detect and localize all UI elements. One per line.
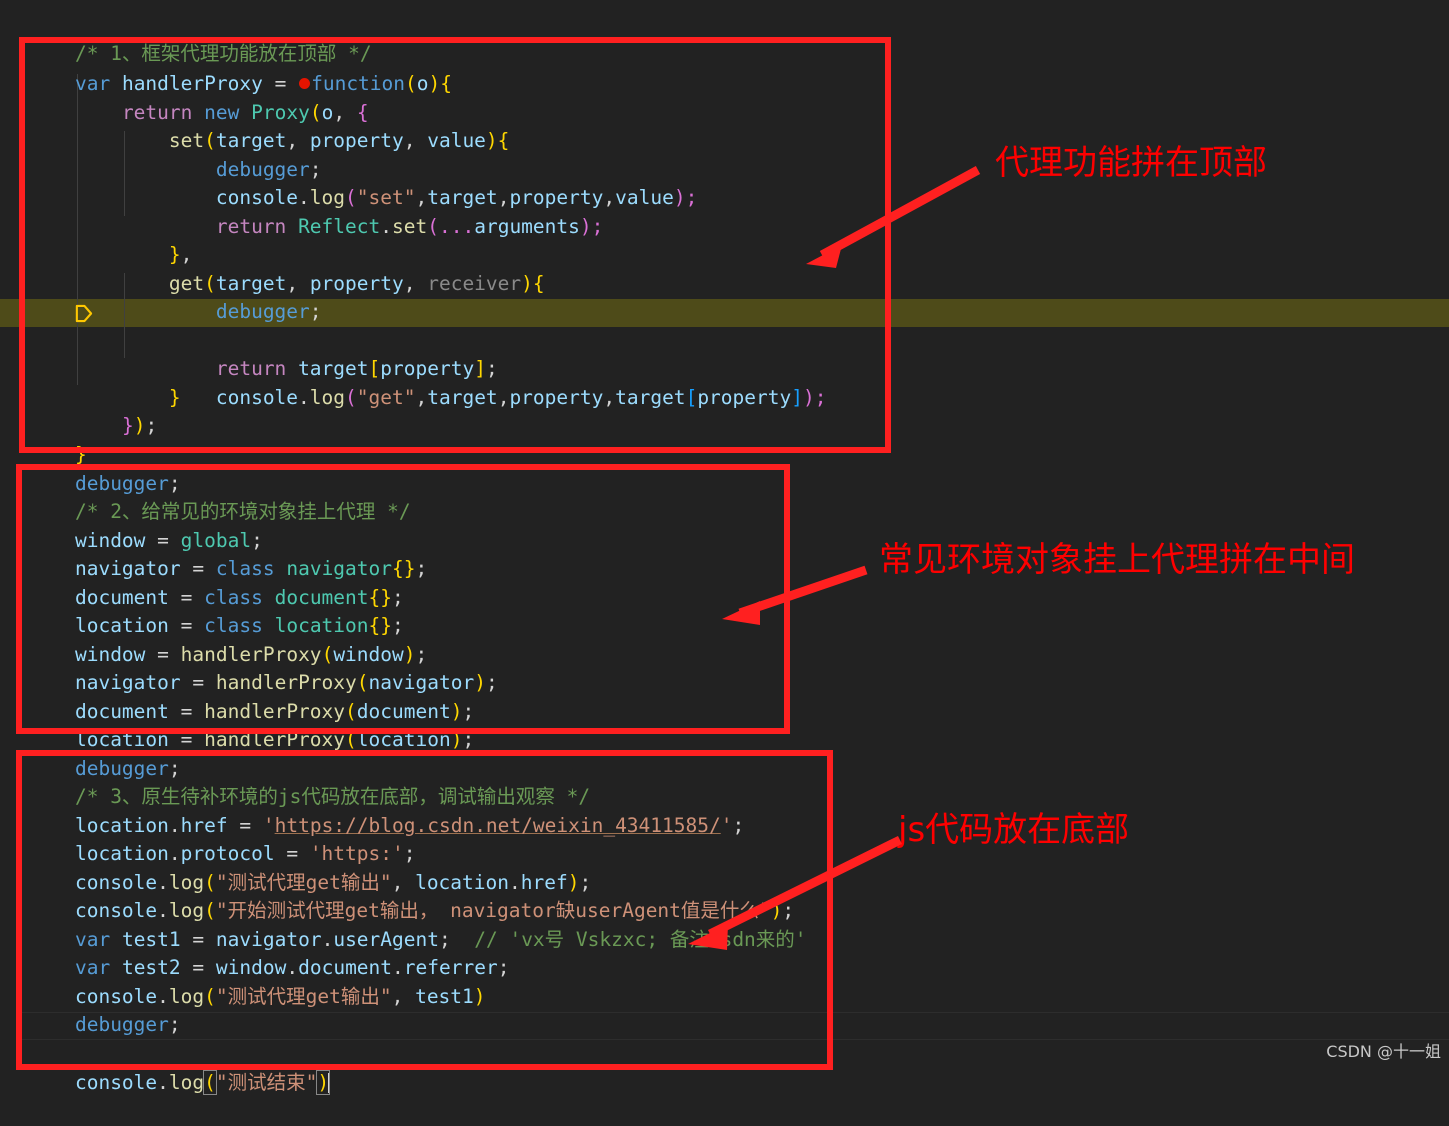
code-line-text: get(target, property, receiver){ [168,272,545,296]
code-line-text: location.href = 'https://blog.csdn.net/w… [74,814,745,838]
code-line-text: navigator = class navigator{}; [74,557,428,581]
code-line-text: console.log("测试代理get输出", test1) [74,985,486,1009]
code-line-text: /* 1、框架代理功能放在顶部 */ [74,42,372,66]
code-line-text: set(target, property, value){ [168,129,510,153]
current-line-highlight [22,1012,1449,1041]
code-line-text: console.log("get",target,property,target… [215,386,827,410]
code-line-text: /* 3、原生待补环境的js代码放在底部，调试输出观察 */ [74,785,591,809]
url-link[interactable]: https://blog.csdn.net/weixin_43411585/ [275,814,721,837]
code-line-text: return new Proxy(o, { [121,101,369,125]
code-line-text: debugger; [74,472,181,496]
code-line[interactable]: return target[property]; [0,327,1449,380]
code-line[interactable]: /* 2、给常见的环境对象挂上代理 */ [0,470,1449,523]
debugger-pause-icon[interactable] [74,304,93,323]
breakpoint-icon[interactable] [299,77,311,89]
watermark: CSDN @十一姐 [1326,1042,1441,1061]
code-line-text: /* 2、给常见的环境对象挂上代理 */ [74,500,411,524]
code-line-text: } [168,386,181,410]
code-line[interactable]: /* 1、框架代理功能放在顶部 */ [0,12,1449,65]
code-line-text: }); [121,414,158,438]
code-line-text: navigator = handlerProxy(navigator); [74,671,498,695]
code-line-text: debugger; [215,158,322,182]
code-line-text: document = handlerProxy(document); [74,700,475,724]
code-line-text: debugger; [74,757,181,781]
code-line-text: var test2 = window.document.referrer; [74,956,510,980]
code-line-text: return Reflect.set(...arguments); [215,215,604,239]
annotation-label-3: js代码放在底部 [898,810,1130,850]
code-line-text: location.protocol = 'https:'; [74,842,416,866]
code-line-text: location = handlerProxy(location); [74,728,475,752]
code-line-current[interactable]: console.log("测试结束") [0,1012,1449,1095]
code-line-text: debugger; [215,300,322,324]
code-line[interactable]: } [0,413,1449,466]
code-line[interactable]: get(target, property, receiver){ [0,242,1449,295]
text-cursor [328,1072,331,1093]
code-line-text: }, [168,243,193,267]
code-line-text: window = handlerProxy(window); [74,643,428,667]
code-line-text: console.log("测试结束") [74,1069,331,1095]
annotation-label-2: 常见环境对象挂上代理拼在中间 [879,540,1355,580]
code-line-text: debugger; [74,1013,181,1037]
code-line-text: document = class document{}; [74,586,404,610]
code-line-text: console.log("测试代理get输出", location.href); [74,871,592,895]
bracket-match-open: ( [203,1069,217,1095]
code-line-text: console.log("set",target,property,value)… [215,186,698,210]
code-line[interactable]: debugger; [0,442,1449,495]
code-line[interactable]: /* 3、原生待补环境的js代码放在底部，调试输出观察 */ [0,755,1449,808]
code-line-text: var test1 = navigator.userAgent; // 'vx号… [74,928,807,952]
code-line-text: window = global; [74,529,263,553]
code-line-text: console.log("开始测试代理get输出， navigator缺user… [74,899,795,923]
code-line-text: location = class location{}; [74,614,404,638]
code-line-text: } [74,443,87,467]
code-line-text: return target[property]; [215,357,498,381]
code-line-text: var handlerProxy = function(o){ [74,72,453,96]
annotation-label-1: 代理功能拼在顶部 [995,143,1267,183]
